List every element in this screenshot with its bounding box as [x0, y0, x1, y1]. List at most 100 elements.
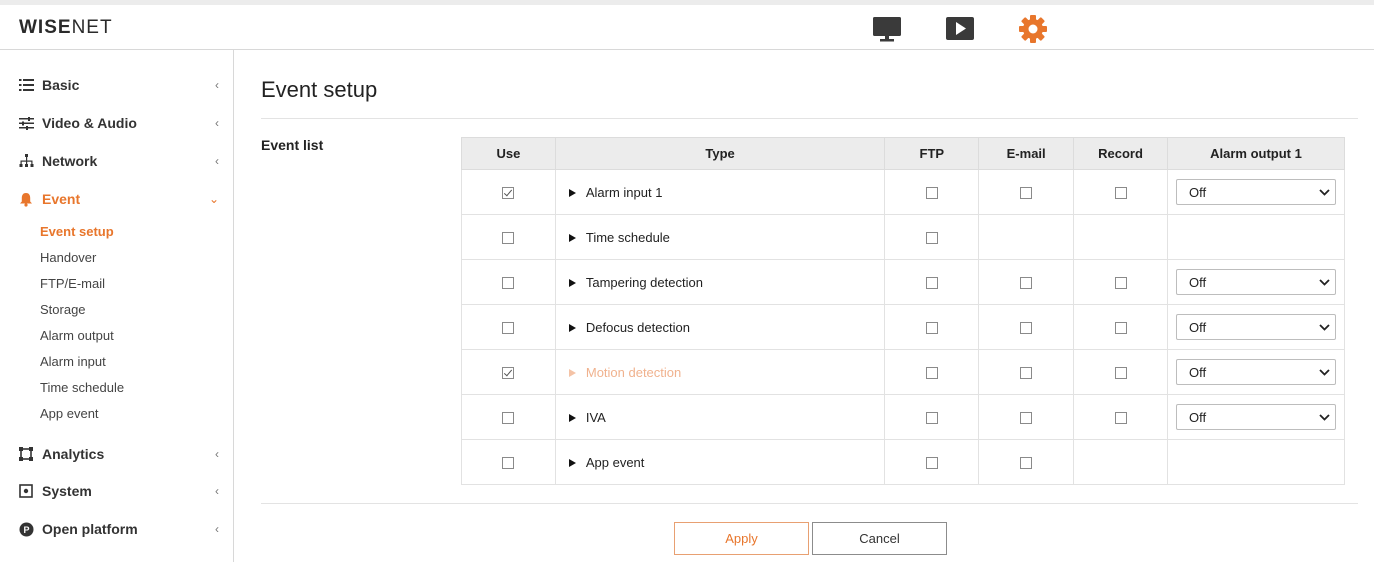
- email-checkbox[interactable]: [1020, 367, 1033, 380]
- open-platform-icon: P: [18, 521, 34, 537]
- table-row-tampering-detection: Tampering detection Off: [461, 259, 1346, 305]
- use-checkbox[interactable]: [502, 412, 515, 425]
- sidebar-subitem-ftp-email[interactable]: FTP/E-mail: [40, 276, 105, 291]
- cell-alarm-output: Off: [1166, 349, 1346, 395]
- alarm-output-select[interactable]: Off: [1175, 314, 1336, 340]
- settings-gear-icon[interactable]: [1017, 13, 1049, 45]
- expand-triangle-icon[interactable]: [568, 278, 576, 287]
- email-checkbox[interactable]: [1020, 322, 1033, 335]
- ftp-checkbox[interactable]: [925, 367, 938, 380]
- email-checkbox[interactable]: [1020, 277, 1033, 290]
- sliders-icon: [18, 115, 34, 131]
- cell-type[interactable]: Motion detection: [554, 349, 886, 395]
- apply-button[interactable]: Apply: [674, 522, 809, 555]
- monitor-icon[interactable]: [871, 13, 903, 45]
- event-type-label: Motion detection: [585, 364, 682, 380]
- alarm-output-select[interactable]: Off: [1175, 359, 1336, 385]
- use-checkbox[interactable]: [502, 187, 515, 200]
- record-checkbox[interactable]: [1114, 277, 1127, 290]
- cell-alarm-output: Off: [1166, 304, 1346, 350]
- sidebar-item-system[interactable]: System ‹: [0, 479, 233, 503]
- expand-triangle-icon[interactable]: [568, 233, 576, 242]
- chevron-down-icon: [1319, 368, 1330, 376]
- use-checkbox[interactable]: [502, 277, 515, 290]
- expand-triangle-icon[interactable]: [568, 323, 576, 332]
- ftp-checkbox[interactable]: [925, 232, 938, 245]
- cell-email: [978, 169, 1075, 215]
- sidebar-item-label: Basic: [42, 77, 80, 93]
- wisenet-logo[interactable]: WISENET: [19, 17, 113, 39]
- sidebar-subitem-time-schedule[interactable]: Time schedule: [40, 380, 124, 395]
- sidebar-subitem-app-event[interactable]: App event: [40, 406, 99, 421]
- sidebar-item-label: Open platform: [42, 521, 138, 537]
- network-icon: [18, 153, 34, 169]
- cell-ftp: [884, 349, 980, 395]
- section-label-event-list: Event list: [261, 137, 324, 153]
- use-checkbox[interactable]: [502, 367, 515, 380]
- email-checkbox[interactable]: [1020, 457, 1033, 470]
- ftp-checkbox[interactable]: [925, 412, 938, 425]
- sidebar-item-basic[interactable]: Basic ‹: [0, 73, 233, 97]
- use-checkbox[interactable]: [502, 232, 515, 245]
- cell-record: [1073, 214, 1168, 260]
- cell-type[interactable]: App event: [554, 439, 886, 485]
- event-type-label: Defocus detection: [585, 319, 690, 335]
- table-row-app-event: App event: [461, 439, 1346, 485]
- cell-type[interactable]: Alarm input 1: [554, 169, 886, 215]
- expand-triangle-icon[interactable]: [568, 458, 576, 467]
- sidebar-item-event[interactable]: Event ⌄: [0, 187, 233, 211]
- cell-record: [1073, 259, 1168, 305]
- sidebar-item-label: Analytics: [42, 446, 105, 462]
- sidebar-item-video-audio[interactable]: Video & Audio ‹: [0, 111, 233, 135]
- chevron-down-icon: [1319, 413, 1330, 421]
- ftp-checkbox[interactable]: [925, 457, 938, 470]
- playback-icon[interactable]: [944, 13, 976, 45]
- cell-alarm-output: Off: [1166, 259, 1346, 305]
- table-row-defocus-detection: Defocus detection Off: [461, 304, 1346, 350]
- cell-type[interactable]: IVA: [554, 394, 886, 440]
- record-checkbox[interactable]: [1114, 367, 1127, 380]
- email-checkbox[interactable]: [1020, 412, 1033, 425]
- chevron-left-icon: ‹: [215, 116, 219, 130]
- use-checkbox[interactable]: [502, 457, 515, 470]
- chevron-left-icon: ‹: [215, 484, 219, 498]
- cell-type[interactable]: Tampering detection: [554, 259, 886, 305]
- sidebar-subitem-storage[interactable]: Storage: [40, 302, 86, 317]
- sidebar-item-open-platform[interactable]: P Open platform ‹: [0, 517, 233, 541]
- cancel-button[interactable]: Cancel: [812, 522, 947, 555]
- record-checkbox[interactable]: [1114, 412, 1127, 425]
- event-rows: Alarm input 1 Off Time schedule Tampering d…: [461, 169, 1346, 485]
- use-checkbox[interactable]: [502, 322, 515, 335]
- sidebar-item-analytics[interactable]: Analytics ‹: [0, 442, 233, 466]
- email-checkbox[interactable]: [1020, 187, 1033, 200]
- cell-record: [1073, 439, 1168, 485]
- sidebar-item-network[interactable]: Network ‹: [0, 149, 233, 173]
- chevron-left-icon: ‹: [215, 522, 219, 536]
- expand-triangle-icon[interactable]: [568, 368, 576, 377]
- sidebar-subitem-event-setup[interactable]: Event setup: [40, 224, 114, 239]
- alarm-output-select[interactable]: Off: [1175, 269, 1336, 295]
- cell-alarm-output: Off: [1166, 169, 1346, 215]
- cell-type[interactable]: Defocus detection: [554, 304, 886, 350]
- record-checkbox[interactable]: [1114, 322, 1127, 335]
- sidebar-subitem-alarm-input[interactable]: Alarm input: [40, 354, 106, 369]
- column-header-ftp: FTP: [884, 137, 980, 170]
- cell-alarm-output: [1166, 214, 1346, 260]
- ftp-checkbox[interactable]: [925, 187, 938, 200]
- alarm-output-select[interactable]: Off: [1175, 179, 1336, 205]
- alarm-output-select-value: Off: [1188, 274, 1207, 290]
- sidebar-subitem-alarm-output[interactable]: Alarm output: [40, 328, 114, 343]
- ftp-checkbox[interactable]: [925, 277, 938, 290]
- sidebar-item-label: Network: [42, 153, 98, 169]
- chevron-left-icon: ‹: [215, 447, 219, 461]
- event-list-table: Use Type FTP E-mail Record Alarm output …: [461, 137, 1346, 485]
- record-checkbox[interactable]: [1114, 187, 1127, 200]
- expand-triangle-icon[interactable]: [568, 413, 576, 422]
- cell-type[interactable]: Time schedule: [554, 214, 886, 260]
- alarm-output-select[interactable]: Off: [1175, 404, 1336, 430]
- ftp-checkbox[interactable]: [925, 322, 938, 335]
- sidebar-subitem-handover[interactable]: Handover: [40, 250, 96, 265]
- event-type-label: Tampering detection: [585, 274, 703, 290]
- expand-triangle-icon[interactable]: [568, 188, 576, 197]
- sidebar: Basic ‹ Video & Audio ‹ Network ‹ Event …: [0, 50, 234, 562]
